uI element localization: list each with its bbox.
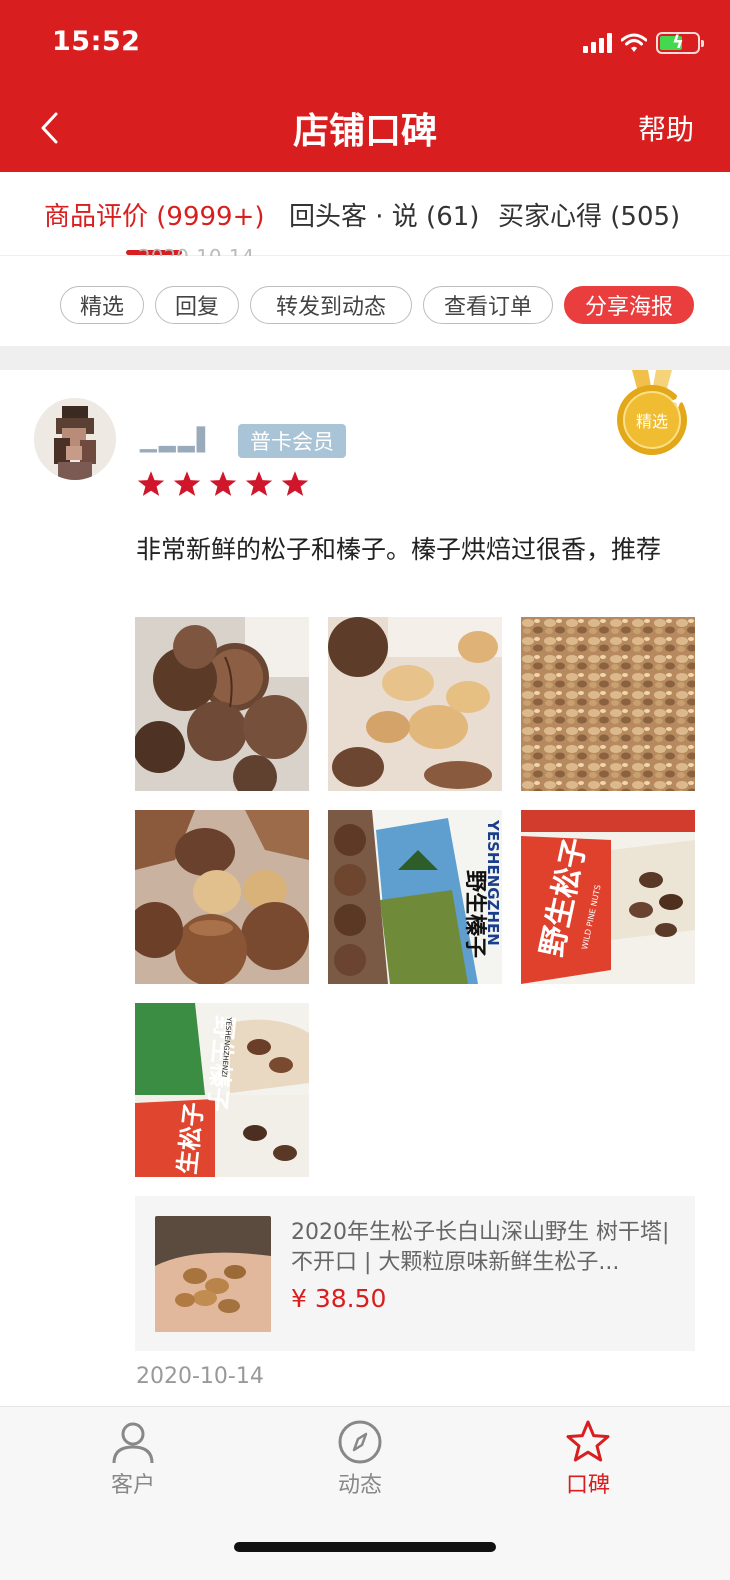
status-time: 15:52 bbox=[52, 26, 141, 57]
page-title: 店铺口碑 bbox=[292, 111, 437, 152]
review-photo[interactable] bbox=[135, 810, 309, 984]
featured-label: 精选 bbox=[636, 412, 668, 431]
review-photo[interactable] bbox=[328, 617, 502, 791]
star-icon bbox=[173, 471, 201, 496]
review-tabs: 商品评价 (9999+) 回头客 · 说 (61) 买家心得 (505) bbox=[0, 172, 730, 256]
nav-customers-label: 客户 bbox=[110, 1473, 155, 1498]
cellular-signal-icon bbox=[583, 33, 612, 53]
tab-buyer-experiences[interactable]: 买家心得 (505) bbox=[498, 196, 680, 233]
person-icon bbox=[112, 1422, 154, 1464]
review-photo[interactable]: 野生松子 WILD PINE NUTS bbox=[521, 810, 695, 984]
nav-feed-label: 动态 bbox=[337, 1473, 382, 1498]
review-photo[interactable] bbox=[521, 617, 695, 791]
compass-icon bbox=[338, 1420, 382, 1464]
star-icon bbox=[137, 471, 165, 496]
reply-button[interactable]: 回复 bbox=[155, 286, 239, 324]
tab-product-reviews[interactable]: 商品评价 (9999+) bbox=[44, 196, 265, 233]
share-poster-button[interactable]: 分享海报 bbox=[564, 286, 694, 324]
review-text: 非常新鲜的松子和榛子。榛子烘焙过很香，推荐 bbox=[136, 535, 662, 564]
review-date: 2020-10-14 bbox=[136, 1364, 264, 1389]
section-divider bbox=[0, 346, 730, 370]
featured-medal-icon: 精选 bbox=[617, 370, 687, 455]
home-indicator bbox=[234, 1542, 496, 1552]
forward-to-feed-button[interactable]: 转发到动态 bbox=[250, 286, 412, 324]
review-photo[interactable]: YESHENGZHEN 野生榛子 bbox=[328, 810, 502, 984]
svg-text:野生榛子: 野生榛子 bbox=[462, 870, 487, 958]
feature-button[interactable]: 精选 bbox=[60, 286, 144, 324]
star-icon bbox=[566, 1420, 610, 1462]
product-card[interactable]: 2020年生松子长白山深山野生 树干塔| 不开口 | 大颗粒原味新鲜生松子...… bbox=[135, 1196, 695, 1351]
product-thumbnail bbox=[155, 1216, 271, 1332]
member-level-badge: 普卡会员 bbox=[238, 424, 346, 458]
review-photo[interactable]: 野生榛子 YESHENGZHENZI 生松子 bbox=[135, 1003, 309, 1177]
app-header: 15:52 ϟ 店铺口碑 帮助 bbox=[0, 0, 730, 172]
product-name: 2020年生松子长白山深山野生 树干塔| 不开口 | 大颗粒原味新鲜生松子... bbox=[291, 1220, 670, 1275]
bottom-tab-bar: 客户 动态 口碑 bbox=[0, 1406, 730, 1580]
star-icon bbox=[281, 471, 309, 496]
view-order-button[interactable]: 查看订单 bbox=[423, 286, 553, 324]
star-icon bbox=[209, 471, 237, 496]
nav-feed[interactable]: 动态 bbox=[300, 1419, 420, 1499]
rating-stars bbox=[136, 470, 310, 498]
previous-review-date: 2020-10-14 bbox=[138, 240, 254, 256]
star-icon bbox=[245, 471, 273, 496]
help-link[interactable]: 帮助 bbox=[638, 108, 694, 148]
product-price: ¥ 38.50 bbox=[291, 1284, 387, 1313]
status-icons: ϟ bbox=[583, 30, 704, 56]
nav-reputation[interactable]: 口碑 bbox=[528, 1419, 648, 1499]
avatar[interactable] bbox=[34, 398, 116, 480]
nav-customers[interactable]: 客户 bbox=[73, 1419, 193, 1499]
tab-repeat-customers[interactable]: 回头客 · 说 (61) bbox=[289, 196, 479, 233]
nav-reputation-label: 口碑 bbox=[565, 1473, 610, 1498]
reviewer-name: ▁▂▂▌ bbox=[140, 428, 216, 453]
wifi-icon bbox=[621, 33, 647, 52]
review-photo[interactable] bbox=[135, 617, 309, 791]
battery-icon: ϟ bbox=[656, 32, 704, 54]
